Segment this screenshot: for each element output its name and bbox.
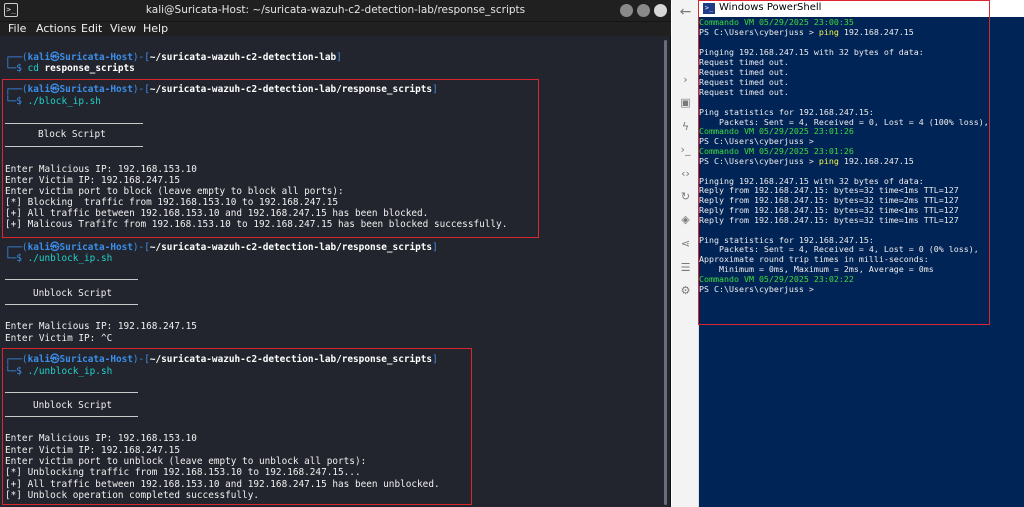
output-line: Enter Malicious IP: 192.168.247.15	[5, 321, 197, 332]
minimize-button[interactable]	[620, 4, 633, 17]
title-bar: >_ kali@Suricata-Host: ~/suricata-wazuh-…	[0, 0, 671, 22]
terminal-icon[interactable]: ›_	[679, 144, 692, 156]
highlight-box-block	[2, 79, 539, 238]
highlight-box-powershell	[698, 0, 990, 325]
settings-icon[interactable]: ⚙	[679, 285, 692, 297]
menu-actions[interactable]: Actions	[36, 22, 76, 35]
close-button[interactable]	[654, 4, 667, 17]
highlight-box-unblock	[2, 348, 472, 505]
image-icon[interactable]: ▣	[679, 97, 692, 109]
command-line: └─$ ./unblock_ip.sh	[5, 253, 113, 264]
bolt-icon[interactable]: ϟ	[679, 121, 692, 133]
refresh-icon[interactable]: ↻	[679, 191, 692, 203]
menu-bar: File Actions Edit View Help	[0, 22, 671, 36]
menu-edit[interactable]: Edit	[81, 22, 102, 35]
menu-view[interactable]: View	[110, 22, 136, 35]
side-toolbar: ← › ▣ ϟ ›_ ‹› ↻ ◈ ⋖ ☰ ⚙	[672, 0, 699, 507]
banner-rule	[5, 279, 138, 280]
window-title: kali@Suricata-Host: ~/suricata-wazuh-c2-…	[145, 4, 526, 16]
share-icon[interactable]: ⋖	[679, 238, 692, 250]
back-arrow-icon[interactable]: ←	[679, 5, 692, 19]
database-icon[interactable]: ☰	[679, 262, 692, 274]
terminal-scrollbar[interactable]	[664, 40, 667, 505]
script-banner: Unblock Script	[33, 288, 113, 299]
cube-icon[interactable]: ◈	[679, 214, 692, 226]
maximize-button[interactable]	[637, 4, 650, 17]
menu-help[interactable]: Help	[143, 22, 168, 35]
code-icon[interactable]: ‹›	[679, 168, 692, 180]
output-line: Enter Victim IP: ^C	[5, 333, 113, 344]
command-line: └─$ cd response_scripts	[5, 63, 135, 74]
chevron-icon[interactable]: ›	[679, 74, 692, 86]
banner-rule	[5, 304, 138, 305]
menu-file[interactable]: File	[8, 22, 26, 35]
